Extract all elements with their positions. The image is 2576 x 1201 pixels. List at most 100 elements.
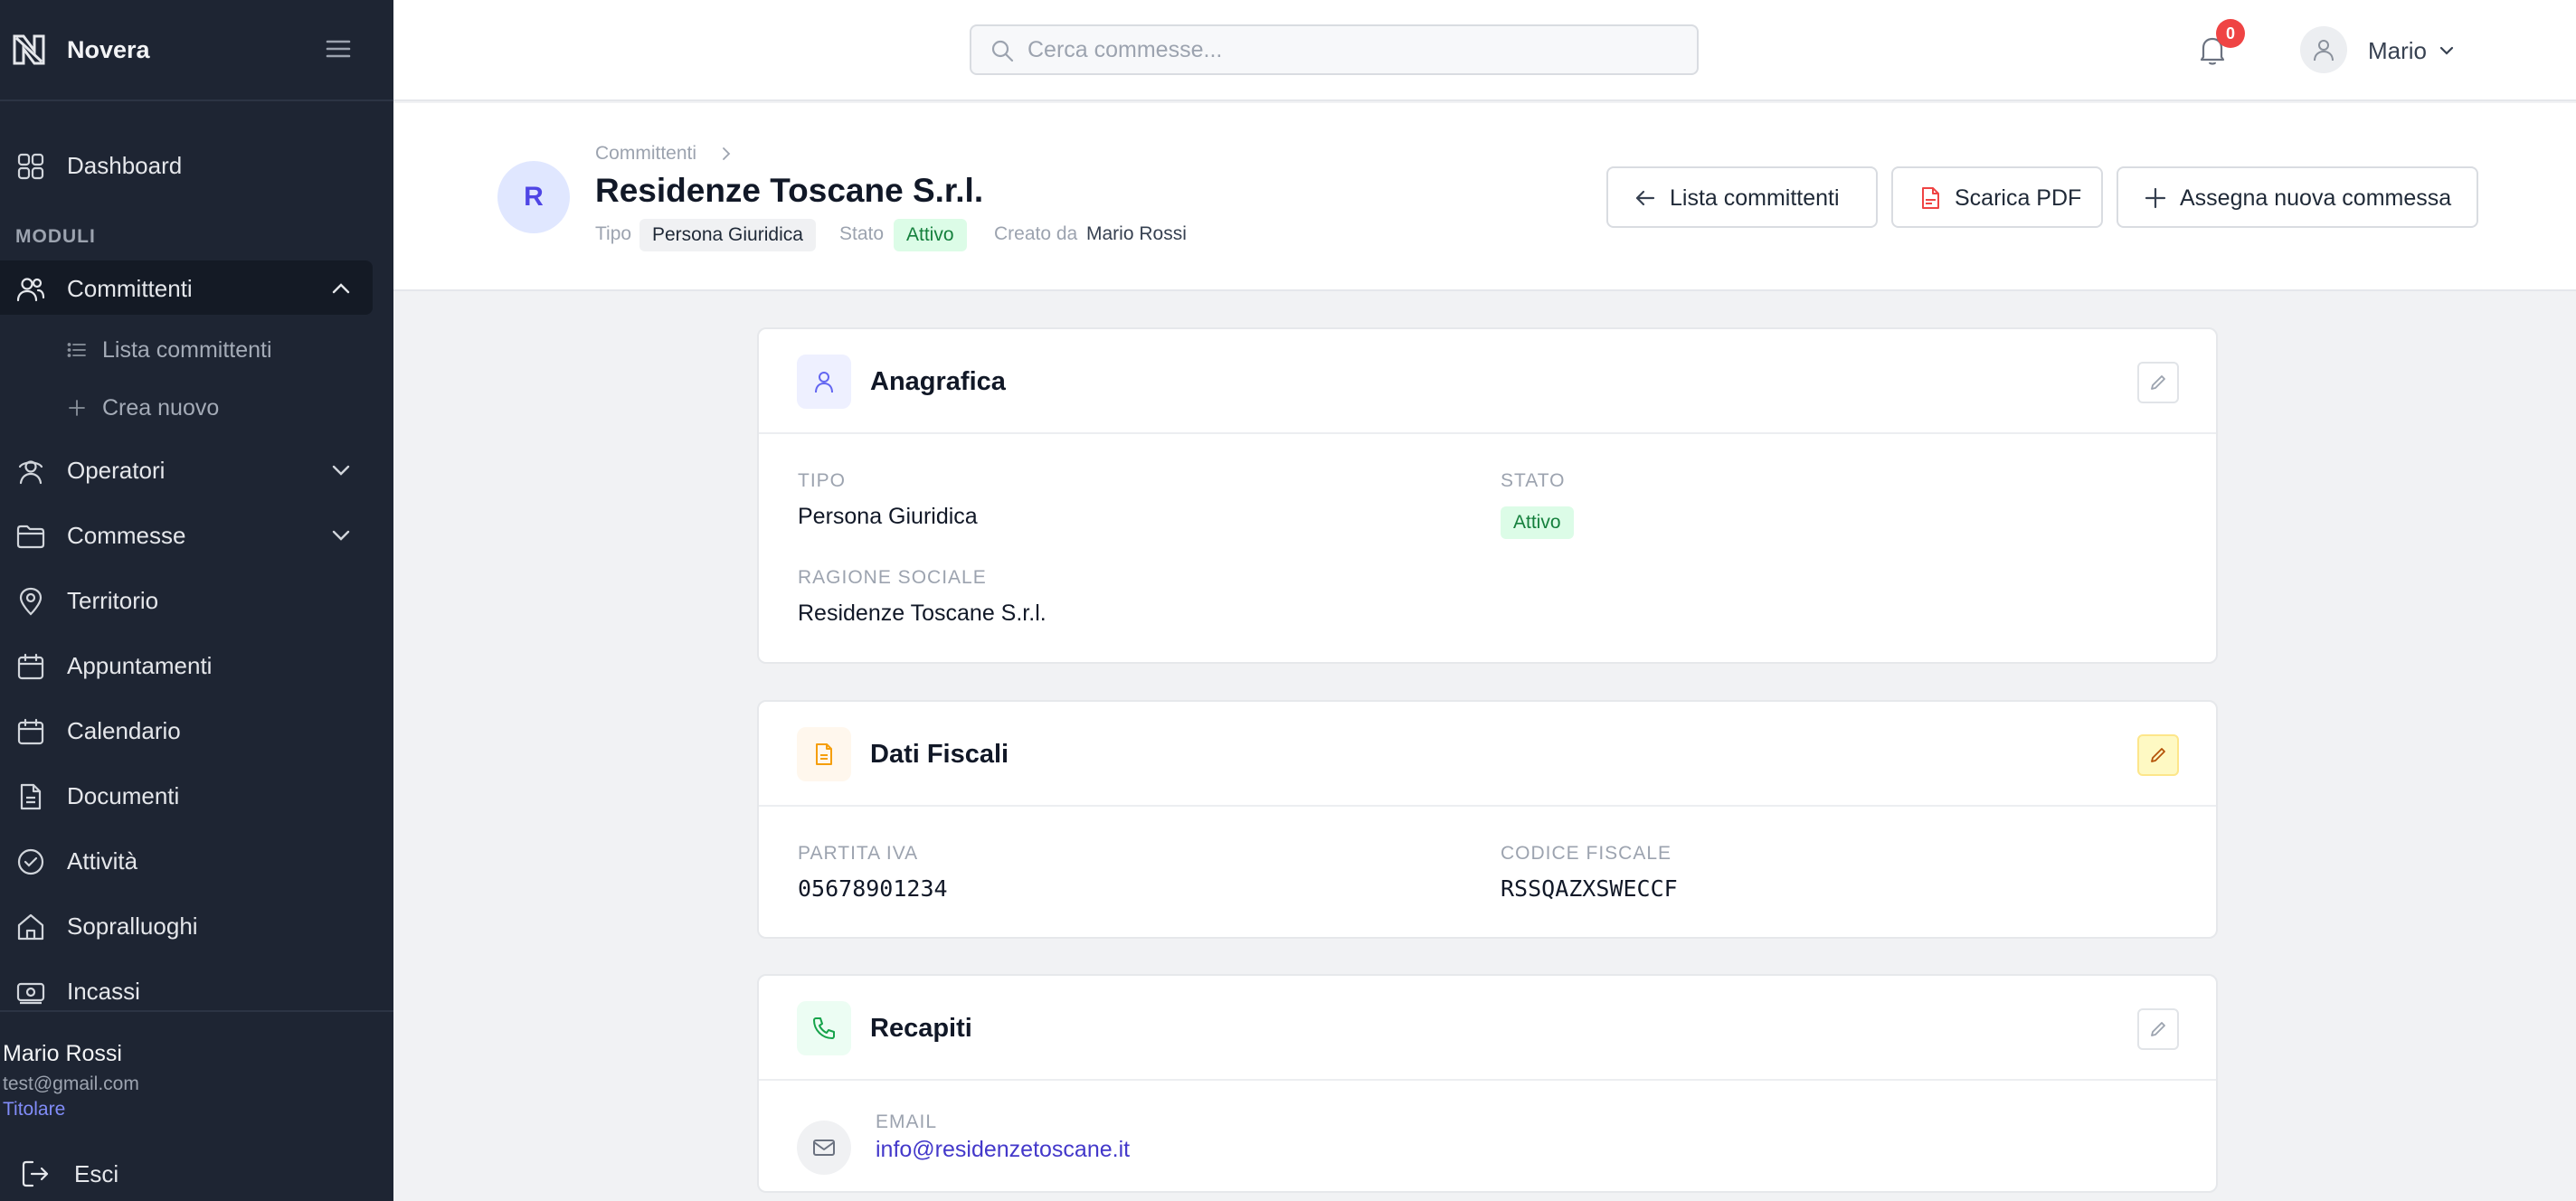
email-link[interactable]: info@residenzetoscane.it [876,1137,1130,1163]
sidebar-item-appuntamenti[interactable]: Appuntamenti [0,638,393,692]
grid-icon [17,153,44,180]
card-title: Dati Fiscali [870,740,1009,769]
status-badge: Attivo [894,219,967,251]
page-header: R Committenti Residenze Toscane S.r.l. T… [393,103,2576,291]
calendar-icon [17,718,44,745]
plus-icon [2145,187,2166,209]
field-label: PARTITA IVA [798,843,919,864]
card-header: Dati Fiscali [759,702,2216,807]
sidebar-item-label: Commesse [67,522,186,549]
search-input[interactable] [1028,32,1679,68]
calendar-icon [17,653,44,680]
email-icon-box [797,1121,851,1175]
users-icon [16,278,45,302]
recapiti-card: Recapiti EMAIL info@residenzetoscane.it [757,974,2218,1193]
breadcrumb[interactable]: Committenti [595,143,696,165]
sidebar-item-sopralluoghi[interactable]: Sopralluoghi [0,898,393,952]
sidebar-item-label: Documenti [67,782,180,809]
field-label: CODICE FISCALE [1501,843,1672,864]
card-header: Recapiti [759,976,2216,1081]
edit-anagrafica-button[interactable] [2137,362,2179,403]
logout-button[interactable]: Esci [0,1148,393,1198]
assegna-commessa-button[interactable]: Assegna nuova commessa [2117,166,2478,228]
phone-icon [813,1017,835,1039]
arrow-left-icon [1635,190,1655,206]
sidebar-item-operatori[interactable]: Operatori [0,442,393,496]
sidebar-item-calendario[interactable]: Calendario [0,703,393,757]
mail-icon [813,1140,835,1156]
map-pin-icon [19,587,43,616]
sidebar-item-label: Calendario [67,717,181,744]
sidebar-item-dashboard[interactable]: Dashboard [0,137,393,192]
sidebar-item-label: Territorio [67,587,159,614]
edit-recapiti-button[interactable] [2137,1008,2179,1050]
anagrafica-card: Anagrafica TIPO Persona Giuridica STATO … [757,327,2218,664]
novera-logo-icon [13,34,45,65]
lista-committenti-button[interactable]: Lista committenti [1606,166,1878,228]
search-icon [991,40,1014,62]
scarica-pdf-button[interactable]: Scarica PDF [1891,166,2103,228]
pdf-icon [1922,187,1939,209]
sidebar-subitem-label: Lista committenti [102,337,272,363]
sidebar-item-committenti[interactable]: Committenti [0,260,373,315]
plus-icon [69,400,85,416]
chevron-down-icon [332,530,350,541]
edit-fiscali-button[interactable] [2137,734,2179,776]
brand: Novera [0,0,393,101]
sidebar-item-label: Attività [67,847,138,875]
field-label: RAGIONE SOCIALE [798,567,987,588]
chevron-down-icon [2439,46,2454,55]
user-name: Mario Rossi [3,1041,122,1066]
sidebar-footer: Mario Rossi test@gmail.com Titolare Esci [0,1010,393,1201]
sidebar-item-commesse[interactable]: Commesse [0,507,393,562]
card-header: Anagrafica [759,329,2216,434]
sidebar-item-incassi[interactable]: Incassi [0,963,393,1017]
meta-creato-label: Creato da [994,223,1078,244]
field-value: 05678901234 [798,875,948,902]
meta-creato-value: Mario Rossi [1086,223,1187,244]
hamburger-menu-icon[interactable] [324,34,353,63]
field-label: STATO [1501,470,1566,491]
button-label: Lista committenti [1670,185,1840,211]
cash-icon [16,982,45,1005]
user-email: test@gmail.com [3,1073,139,1094]
logout-icon [22,1160,49,1187]
meta-tipo-label: Tipo [595,223,632,244]
pencil-icon [2151,748,2165,762]
user-icon [815,372,833,393]
card-icon-box [797,355,851,409]
home-icon [17,913,44,941]
sidebar-subitem-lista-committenti[interactable]: Lista committenti [0,326,393,374]
search-box [970,24,1699,75]
sidebar-item-label: Operatori [67,457,166,484]
sidebar-item-territorio[interactable]: Territorio [0,572,393,627]
document-icon [20,783,42,810]
pencil-icon [2151,375,2165,390]
notification-badge: 0 [2216,19,2245,48]
field-value: Persona Giuridica [798,504,978,529]
folder-icon [16,525,45,549]
sidebar: Novera Dashboard MODULI Committenti List… [0,0,393,1201]
field-label: EMAIL [876,1111,938,1132]
meta-stato-label: Stato [839,223,885,244]
status-badge: Attivo [1501,506,1574,539]
field-value: Residenze Toscane S.r.l. [798,600,1046,626]
profile-menu[interactable]: Mario [2300,26,2481,73]
card-icon-box [797,727,851,781]
check-circle-icon [17,848,44,875]
sidebar-subitem-label: Crea nuovo [102,395,220,421]
avatar [2300,26,2347,73]
sidebar-item-label: Committenti [67,275,193,302]
tipo-chip: Persona Giuridica [639,219,816,251]
page-title: Residenze Toscane S.r.l. [595,172,984,209]
sidebar-item-label: Sopralluoghi [67,913,198,940]
sidebar-subitem-crea-nuovo[interactable]: Crea nuovo [0,383,393,432]
button-label: Scarica PDF [1955,185,2082,211]
brand-name: Novera [67,36,150,63]
document-icon [816,743,832,765]
user-role: Titolare [3,1099,66,1120]
sidebar-item-attivita[interactable]: Attività [0,833,393,887]
sidebar-item-documenti[interactable]: Documenti [0,768,393,822]
card-title: Recapiti [870,1014,972,1043]
topbar: 0 Mario [393,0,2576,101]
